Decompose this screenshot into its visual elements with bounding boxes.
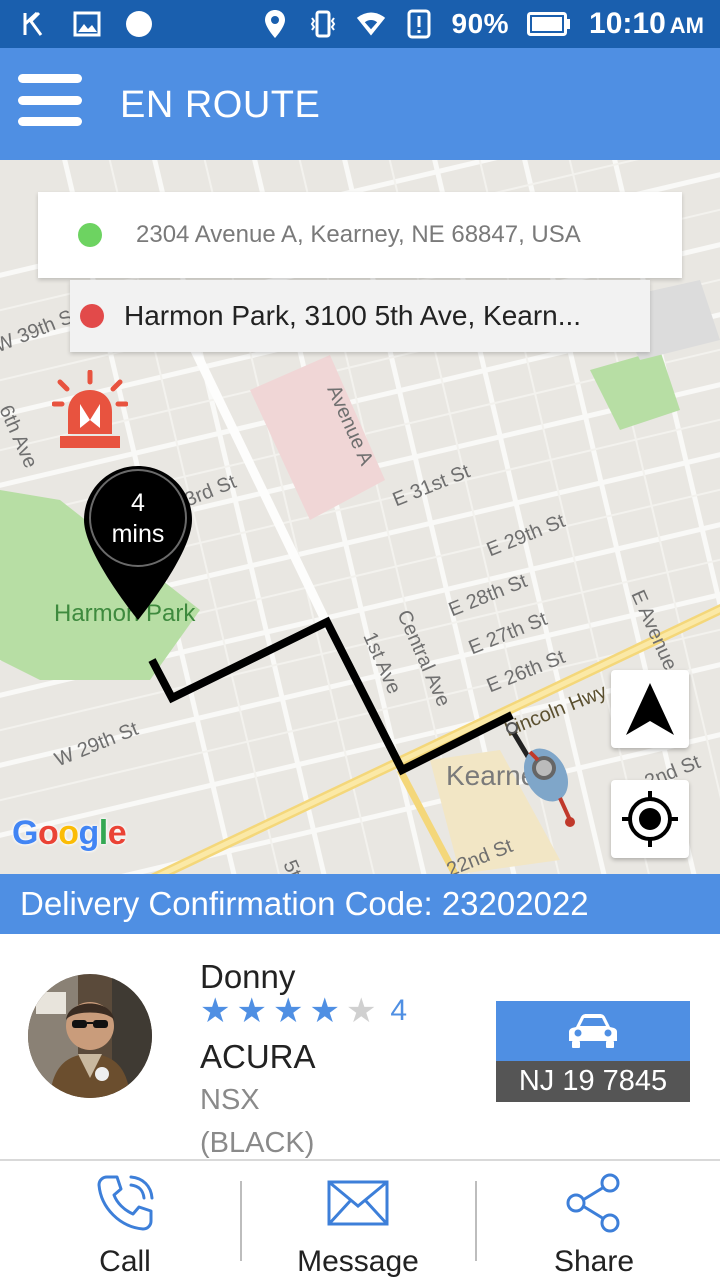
status-bar: 90% 10:10 AM (0, 0, 720, 48)
message-label: Message (297, 1245, 419, 1278)
driver-rating: ★ ★ ★ ★ ★ 4 (200, 994, 407, 1028)
car-icon (569, 1014, 617, 1048)
avatar[interactable] (28, 974, 152, 1098)
hamburger-menu-icon[interactable] (16, 70, 84, 130)
bottom-action-bar: Call Message Share (0, 1159, 720, 1280)
car-make: ACURA (200, 1038, 316, 1075)
vibrate-icon (308, 9, 338, 39)
share-icon (564, 1171, 624, 1235)
divider (240, 1181, 242, 1261)
message-button[interactable]: Message (268, 1161, 448, 1280)
dropoff-address-card[interactable]: Harmon Park, 3100 5th Ave, Kearn... (70, 280, 650, 352)
clock-ampm: AM (669, 13, 704, 38)
car-model: NSX (200, 1084, 260, 1116)
google-letter: g (78, 814, 100, 852)
status-bar-right: 90% 10:10 AM (260, 7, 704, 41)
my-location-button[interactable] (611, 780, 689, 858)
star-filled-icon: ★ (236, 992, 267, 1030)
google-logo: Google (12, 814, 127, 853)
menu-line (18, 74, 82, 83)
courier-marker-icon (506, 722, 575, 827)
car-color: (BLACK) (200, 1127, 315, 1159)
star-filled-icon: ★ (272, 992, 304, 1030)
plate-number: NJ 19 7845 (496, 1061, 690, 1102)
vehicle-plate: NJ 19 7845 (496, 1001, 690, 1102)
phone-icon (93, 1171, 157, 1235)
google-letter: e (107, 814, 127, 852)
eta-label: 4 mins (82, 488, 194, 550)
dropoff-dot-icon (80, 304, 104, 328)
driver-info: Donny ★ ★ ★ ★ ★ 4 ACURA NSX (BLACK) NJ 1… (0, 934, 720, 1160)
google-letter: o (37, 814, 59, 852)
wifi-icon (356, 9, 386, 39)
star-filled-icon: ★ (309, 992, 340, 1030)
battery-percent: 90% (451, 8, 510, 39)
driver-name: Donny (200, 958, 296, 995)
pickup-address-card[interactable]: 2304 Avenue A, Kearney, NE 68847, USA (38, 192, 682, 278)
confirmation-code-bar: Delivery Confirmation Code: 23202022 (0, 874, 720, 934)
navigation-button[interactable] (611, 670, 689, 748)
menu-line (18, 117, 82, 126)
dropoff-address: Harmon Park, 3100 5th Ave, Kearn... (124, 300, 582, 331)
call-button[interactable]: Call (60, 1161, 190, 1280)
crosshair-icon (622, 791, 678, 847)
location-pin-icon (260, 9, 290, 39)
envelope-icon (327, 1171, 389, 1235)
google-letter: o (58, 814, 79, 852)
pickup-address: 2304 Avenue A, Kearney, NE 68847, USA (136, 221, 581, 248)
share-button[interactable]: Share (520, 1161, 668, 1280)
menu-line (18, 95, 82, 105)
k-app-icon (20, 9, 50, 39)
clock: 10:10 AM (589, 7, 704, 41)
google-letter: l (98, 814, 108, 852)
vehicle-plate-header (496, 1001, 690, 1061)
gallery-icon (72, 9, 102, 39)
google-letter: G (12, 814, 38, 852)
star-empty-icon: ★ (345, 992, 377, 1030)
eta-value: 4 (131, 489, 145, 517)
clock-time: 10:10 (589, 7, 666, 40)
status-bar-left (20, 8, 154, 40)
eta-unit: mins (111, 520, 165, 548)
divider (475, 1181, 477, 1261)
map-view[interactable]: W 39th St 6th Ave Avenue A E 31st St 3rd… (0, 160, 720, 874)
battery-icon (527, 9, 571, 39)
navigation-arrow-icon (626, 683, 674, 735)
share-label: Share (553, 1245, 635, 1278)
emergency-siren-icon[interactable] (51, 369, 129, 452)
call-label: Call (99, 1245, 151, 1278)
circle-icon (124, 9, 154, 39)
pickup-dot-icon (78, 223, 102, 247)
rating-value: 4 (390, 994, 408, 1027)
star-filled-icon: ★ (200, 992, 231, 1030)
page-title: EN ROUTE (120, 84, 321, 126)
alert-icon (404, 9, 434, 39)
app-bar: EN ROUTE (0, 48, 720, 160)
